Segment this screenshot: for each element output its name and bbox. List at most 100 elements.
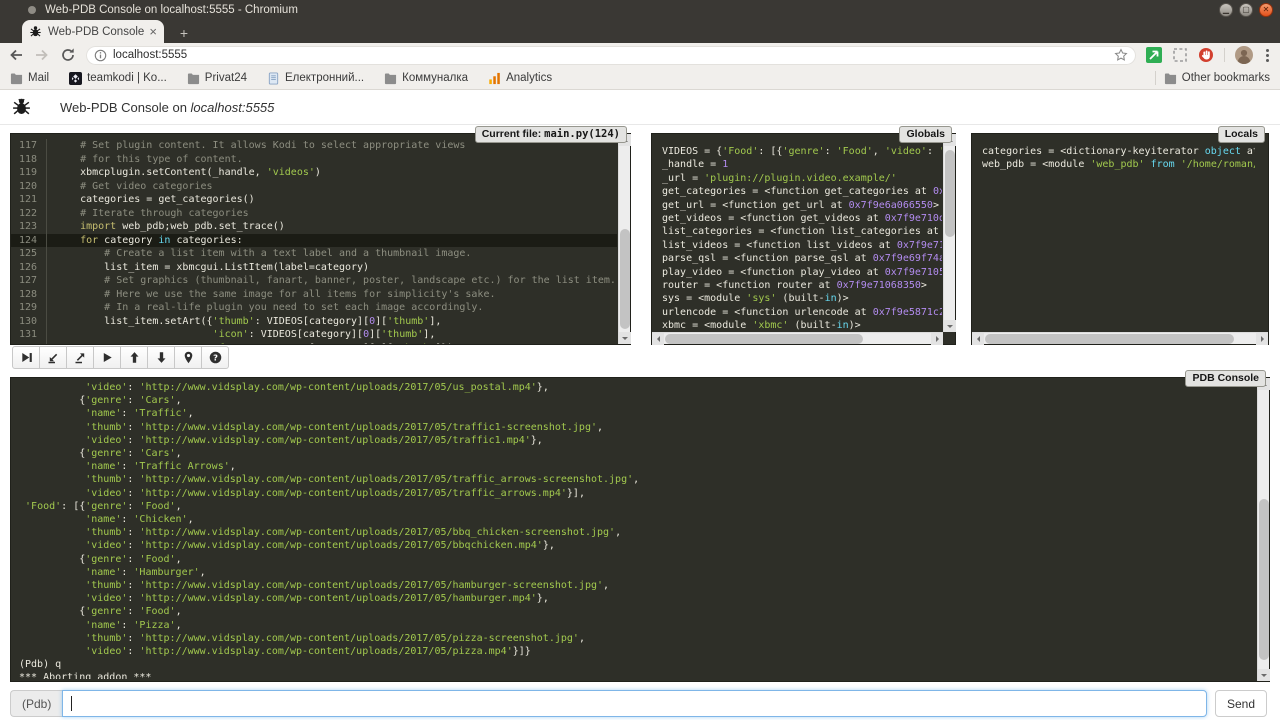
locals-scrollbar-horizontal[interactable] — [972, 332, 1268, 344]
global-variable-line: get_url = <function get_url at 0x7f9e6a0… — [662, 199, 942, 212]
other-bookmarks-label: Other bookmarks — [1182, 72, 1270, 84]
globals-scrollbar-horizontal[interactable] — [652, 332, 943, 344]
other-bookmarks-button[interactable]: Other bookmarks — [1164, 72, 1270, 85]
forward-icon[interactable] — [34, 47, 50, 63]
up-button[interactable] — [120, 346, 148, 369]
console-scrollbar-vertical[interactable] — [1257, 378, 1269, 681]
help-button[interactable]: ? — [201, 346, 229, 369]
play-icon — [101, 351, 114, 364]
console-line: {'genre': 'Cars', — [19, 447, 1254, 460]
bookmark-item[interactable]: Privat24 — [187, 72, 247, 85]
bookmark-label: Analytics — [506, 72, 552, 84]
console-line: 'name': 'Traffic Arrows', — [19, 460, 1254, 473]
bookmark-item[interactable]: Електронний... — [267, 72, 364, 85]
code-line: 124 for category in categories: — [11, 234, 617, 248]
extension-screenshot-icon[interactable] — [1172, 47, 1188, 63]
console-line: 'video': 'http://www.vidsplay.com/wp-con… — [19, 434, 1254, 447]
folder-icon — [10, 72, 23, 85]
bookmark-item[interactable]: Коммуналка — [384, 72, 468, 85]
next-button[interactable] — [12, 346, 40, 369]
line-number: 132 — [11, 342, 47, 345]
code-line: 122 # Iterate through categories — [11, 207, 617, 221]
url-bar[interactable]: localhost:5555 — [86, 46, 1136, 65]
global-variable-line: router = <function router at 0x7f9e71068… — [662, 279, 942, 292]
browser-tab[interactable]: Web-PDB Console on loca × — [22, 20, 164, 43]
profile-avatar[interactable] — [1235, 46, 1253, 64]
scroll-thumb[interactable] — [945, 150, 955, 237]
scroll-thumb[interactable] — [1259, 499, 1269, 660]
tab-close-icon[interactable]: × — [149, 24, 157, 39]
bookmark-label: teamkodi | Ko... — [87, 72, 167, 84]
debugger-controls: ? — [12, 346, 229, 369]
global-variable-line: get_videos = <function get_videos at 0x7… — [662, 212, 942, 225]
pdb-prompt-label: (Pdb) — [10, 690, 62, 717]
code-line: 127 # Set graphics (thumbnail, fanart, b… — [11, 274, 617, 288]
window-titlebar[interactable]: Web-PDB Console on localhost:5555 - Chro… — [0, 0, 1280, 20]
bookmark-item[interactable]: Analytics — [488, 72, 552, 85]
page-title: Web-PDB Console on localhost:5555 — [60, 100, 274, 115]
globals-listing: VIDEOS = {'Food': [{'genre': 'Food', 'vi… — [662, 145, 942, 331]
browser-toolbar: localhost:5555 — [0, 43, 1280, 67]
console-line: (Pdb) q — [19, 658, 1254, 671]
global-variable-line: play_video = <function play_video at 0x7… — [662, 266, 942, 279]
line-number: 125 — [11, 247, 47, 261]
folder-icon — [187, 72, 200, 85]
where-button[interactable] — [174, 346, 202, 369]
reload-icon[interactable] — [60, 47, 76, 63]
info-icon[interactable] — [94, 49, 107, 62]
local-variable-line: web_pdb = <module 'web_pdb' from '/home/… — [982, 158, 1255, 171]
close-button[interactable]: ✕ — [1259, 3, 1273, 17]
scroll-down-arrow[interactable] — [619, 332, 631, 344]
send-button[interactable]: Send — [1215, 690, 1267, 717]
code-line: 131 'icon': VIDEOS[category][0]['thumb']… — [11, 328, 617, 342]
minimize-button[interactable]: ▁ — [1219, 3, 1233, 17]
scroll-thumb[interactable] — [620, 229, 630, 330]
new-tab-button[interactable]: + — [172, 24, 196, 41]
command-input[interactable] — [62, 690, 1207, 717]
line-number: 122 — [11, 207, 47, 221]
bookmark-item[interactable]: teamkodi | Ko... — [69, 72, 167, 85]
step-forward-icon — [20, 351, 33, 364]
continue-button[interactable] — [93, 346, 121, 369]
scroll-left-arrow[interactable] — [972, 333, 984, 345]
window-icon — [28, 6, 36, 14]
scroll-thumb[interactable] — [985, 334, 1234, 344]
console-line: 'name': 'Hamburger', — [19, 566, 1254, 579]
line-number: 123 — [11, 220, 47, 234]
console-line: *** Aborting addon *** — [19, 671, 1254, 679]
step-button[interactable] — [39, 346, 67, 369]
down-button[interactable] — [147, 346, 175, 369]
bookmark-star-icon[interactable] — [1114, 48, 1128, 62]
maximize-button[interactable]: ▢ — [1239, 3, 1253, 17]
extension-adblock-icon[interactable] — [1198, 47, 1214, 63]
scroll-left-arrow[interactable] — [652, 333, 664, 345]
scroll-down-arrow[interactable] — [944, 320, 956, 332]
browser-menu-icon[interactable] — [1263, 49, 1272, 62]
extension-green-arrow-icon[interactable] — [1146, 47, 1162, 63]
bookmark-label: Коммуналка — [402, 72, 468, 84]
global-variable-line: VIDEOS = {'Food': [{'genre': 'Food', 'vi… — [662, 145, 942, 158]
bookmark-item[interactable]: Mail — [10, 72, 49, 85]
back-icon[interactable] — [8, 47, 24, 63]
code-line: 132 'fanart': VIDEOS[category][0]['thumb… — [11, 342, 617, 345]
globals-scrollbar-vertical[interactable] — [943, 134, 955, 332]
console-line: {'genre': 'Cars', — [19, 394, 1254, 407]
line-number: 117 — [11, 139, 47, 153]
console-line: 'name': 'Traffic', — [19, 407, 1254, 420]
code-line: 129 # In a real-life plugin you need to … — [11, 301, 617, 315]
kodi-icon — [69, 72, 82, 85]
console-line: 'name': 'Chicken', — [19, 513, 1254, 526]
log-in-icon — [47, 351, 60, 364]
line-number: 120 — [11, 180, 47, 194]
scroll-right-arrow[interactable] — [931, 333, 943, 345]
scroll-right-arrow[interactable] — [1256, 333, 1268, 345]
url-text[interactable]: localhost:5555 — [113, 49, 187, 61]
bookmark-label: Електронний... — [285, 72, 364, 84]
return-button[interactable] — [66, 346, 94, 369]
code-scrollbar-vertical[interactable] — [618, 134, 630, 344]
console-line: 'video': 'http://www.vidsplay.com/wp-con… — [19, 592, 1254, 605]
scroll-thumb[interactable] — [665, 334, 863, 344]
tab-title: Web-PDB Console on loca — [48, 26, 145, 38]
code-panel: Current file: main.py(124) 117 # Set plu… — [10, 133, 631, 345]
scroll-down-arrow[interactable] — [1258, 669, 1270, 681]
